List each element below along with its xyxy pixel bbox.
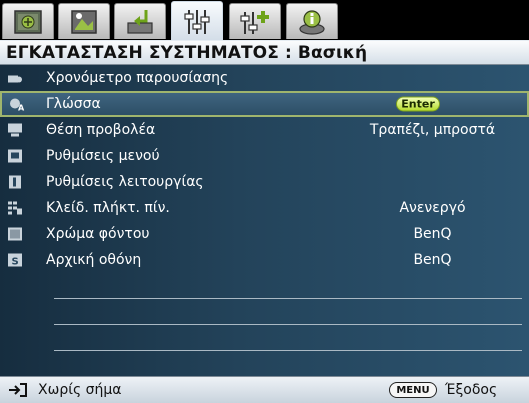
menu-item-label: Ρυθμίσεις λειτουργίας bbox=[46, 174, 204, 190]
enter-button[interactable]: Enter bbox=[396, 96, 440, 112]
tab-bar bbox=[0, 0, 529, 41]
display-icon bbox=[14, 9, 42, 34]
picture-icon bbox=[71, 9, 97, 34]
menu-item-projector-position[interactable]: Θέση προβολέα Τραπέζι, μπροστά bbox=[0, 117, 529, 143]
svg-text:S: S bbox=[12, 257, 19, 268]
information-icon bbox=[299, 9, 325, 35]
menu-item-label: Γλώσσα bbox=[46, 96, 101, 112]
menu-item-label: Αρχική οθόνη bbox=[46, 252, 142, 268]
tab-information[interactable] bbox=[286, 3, 338, 39]
status-bar: Χωρίς σήμα MENU Έξοδος bbox=[0, 376, 529, 403]
empty-row-divider bbox=[54, 298, 522, 299]
menu-item-menu-settings[interactable]: Ρυθμίσεις μενού bbox=[0, 143, 529, 169]
menu-item-presentation-timer[interactable]: Χρονόμετρο παρουσίασης bbox=[0, 65, 529, 91]
signal-status-text: Χωρίς σήμα bbox=[38, 382, 122, 398]
projector-position-icon bbox=[7, 123, 23, 138]
operation-settings-icon bbox=[7, 175, 23, 190]
background-color-icon bbox=[7, 227, 23, 242]
tab-picture[interactable] bbox=[58, 3, 110, 39]
menu-item-label: Χρώμα φόντου bbox=[46, 226, 150, 242]
source-icon bbox=[127, 9, 153, 34]
menu-item-keypad-lock[interactable]: Κλείδ. πλήκτ. πίν. Ανενεργό bbox=[0, 195, 529, 221]
empty-row-divider bbox=[54, 350, 522, 351]
menu-item-value: Τραπέζι, μπροστά bbox=[369, 122, 496, 138]
page-title: ΕΓΚΑΤΑΣΤΑΣΗ ΣΥΣΤΗΜΑΤΟΣ : Βασική bbox=[0, 40, 529, 65]
system-setup-basic-icon bbox=[184, 9, 210, 34]
splash-screen-icon: S bbox=[7, 253, 23, 268]
menu-item-background-color[interactable]: Χρώμα φόντου BenQ bbox=[0, 221, 529, 247]
tab-display[interactable] bbox=[2, 3, 54, 39]
timer-icon bbox=[7, 71, 23, 86]
input-source-icon bbox=[8, 383, 28, 397]
menu-key-icon[interactable]: MENU bbox=[389, 382, 437, 398]
menu-item-language[interactable]: A Γλώσσα Enter bbox=[0, 91, 529, 117]
exit-label: Έξοδος bbox=[445, 382, 498, 398]
menu-item-label: Κλείδ. πλήκτ. πίν. bbox=[46, 200, 170, 216]
keypad-lock-icon bbox=[7, 201, 23, 216]
empty-row-divider bbox=[54, 324, 522, 325]
menu-item-operation-settings[interactable]: Ρυθμίσεις λειτουργίας bbox=[0, 169, 529, 195]
tab-system-setup-basic[interactable] bbox=[171, 1, 223, 41]
menu-item-label: Ρυθμίσεις μενού bbox=[46, 148, 160, 164]
menu-item-label: Χρονόμετρο παρουσίασης bbox=[46, 70, 229, 86]
menu-item-label: Θέση προβολέα bbox=[46, 122, 156, 138]
tab-system-setup-advanced[interactable] bbox=[229, 3, 281, 39]
menu-item-value: BenQ bbox=[413, 226, 452, 242]
tab-source[interactable] bbox=[114, 3, 166, 39]
svg-text:A: A bbox=[18, 104, 25, 112]
settings-menu: Χρονόμετρο παρουσίασης A Γλώσσα Enter Θέ… bbox=[0, 65, 529, 376]
menu-item-value: Ανενεργό bbox=[399, 200, 466, 216]
system-setup-advanced-icon bbox=[240, 10, 269, 34]
menu-settings-icon bbox=[7, 149, 23, 164]
menu-item-splash-screen[interactable]: S Αρχική οθόνη BenQ bbox=[0, 247, 529, 273]
menu-item-value: BenQ bbox=[413, 252, 452, 268]
language-icon: A bbox=[9, 97, 25, 112]
